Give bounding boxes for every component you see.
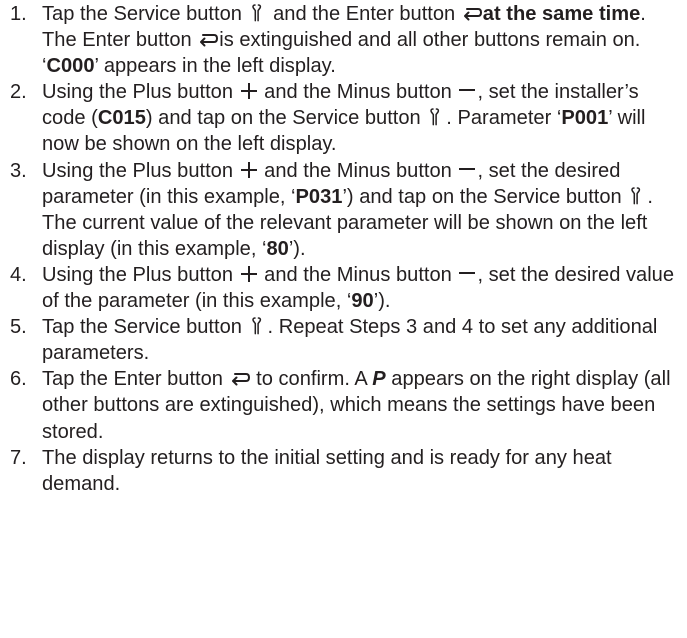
text-run: ’). <box>288 237 306 260</box>
step-7: 7. The display returns to the initial se… <box>10 445 681 497</box>
service-wrench-icon <box>248 316 268 336</box>
step-6: 6. Tap the Enter button to confirm. A P … <box>10 366 681 444</box>
text-run: ’ appears in the left display. <box>94 55 336 78</box>
display-code: 80 <box>266 237 289 260</box>
emphasis-text: at the same time <box>482 3 641 25</box>
step-number: 5. <box>10 316 27 339</box>
text-run: and the Minus button <box>258 81 458 104</box>
step-number: 6. <box>10 368 27 391</box>
text-run: Tap the Enter button <box>42 368 229 391</box>
enter-return-icon <box>229 368 251 388</box>
step-text: The display returns to the initial setti… <box>42 445 681 497</box>
minus-icon <box>457 160 477 180</box>
text-run: The display returns to the initial setti… <box>42 446 612 495</box>
step-text: Using the Plus button and the Minus butt… <box>42 79 681 157</box>
steps-list: 1. Tap the Service button and the Enter … <box>10 1 681 497</box>
step-2: 2. Using the Plus button and the Minus b… <box>10 79 681 157</box>
text-run: ) and tap on the Service button <box>145 107 427 130</box>
step-5: 5. Tap the Service button . Repeat Steps… <box>10 314 681 366</box>
minus-icon <box>457 81 477 101</box>
minus-icon <box>457 264 477 284</box>
display-symbol: P <box>372 368 386 391</box>
plus-icon <box>239 264 259 284</box>
step-number: 3. <box>10 159 27 182</box>
service-wrench-icon <box>627 186 647 206</box>
enter-return-icon <box>461 3 483 23</box>
step-text: Tap the Service button and the Enter but… <box>42 1 681 79</box>
display-code: 90 <box>351 290 374 313</box>
display-code: C000 <box>46 55 95 78</box>
plus-icon <box>239 160 259 180</box>
display-code: P031 <box>295 185 343 208</box>
step-number: 1. <box>10 3 27 25</box>
text-run: . Parameter ‘ <box>446 107 562 130</box>
text-run: and the Minus button <box>258 159 458 182</box>
step-text: Tap the Enter button to confirm. A P app… <box>42 366 681 444</box>
text-run: Tap the Service button <box>42 3 248 25</box>
text-run: ’). <box>373 290 391 313</box>
service-wrench-icon <box>248 3 268 23</box>
text-run: Using the Plus button <box>42 81 239 104</box>
text-run: ’) and tap on the Service button <box>342 185 628 208</box>
step-text: Using the Plus button and the Minus butt… <box>42 158 681 262</box>
instruction-page: 1. Tap the Service button and the Enter … <box>0 0 687 638</box>
step-3: 3. Using the Plus button and the Minus b… <box>10 158 681 262</box>
text-run: and the Enter button <box>267 3 461 25</box>
text-run: Tap the Service button <box>42 316 248 339</box>
text-run: Using the Plus button <box>42 159 239 182</box>
step-text: Using the Plus button and the Minus butt… <box>42 262 681 314</box>
text-run: to confirm. A <box>250 368 373 391</box>
step-text: Tap the Service button . Repeat Steps 3 … <box>42 314 681 366</box>
service-wrench-icon <box>426 107 446 127</box>
step-number: 4. <box>10 263 27 286</box>
plus-icon <box>239 81 259 101</box>
step-1: 1. Tap the Service button and the Enter … <box>10 1 681 79</box>
text-run: Using the Plus button <box>42 263 239 286</box>
step-number: 7. <box>10 446 27 469</box>
enter-return-icon <box>197 29 219 49</box>
display-code: C015 <box>97 107 146 130</box>
step-number: 2. <box>10 81 27 104</box>
text-run: and the Minus button <box>258 263 458 286</box>
display-code: P001 <box>561 107 609 130</box>
step-4: 4. Using the Plus button and the Minus b… <box>10 262 681 314</box>
